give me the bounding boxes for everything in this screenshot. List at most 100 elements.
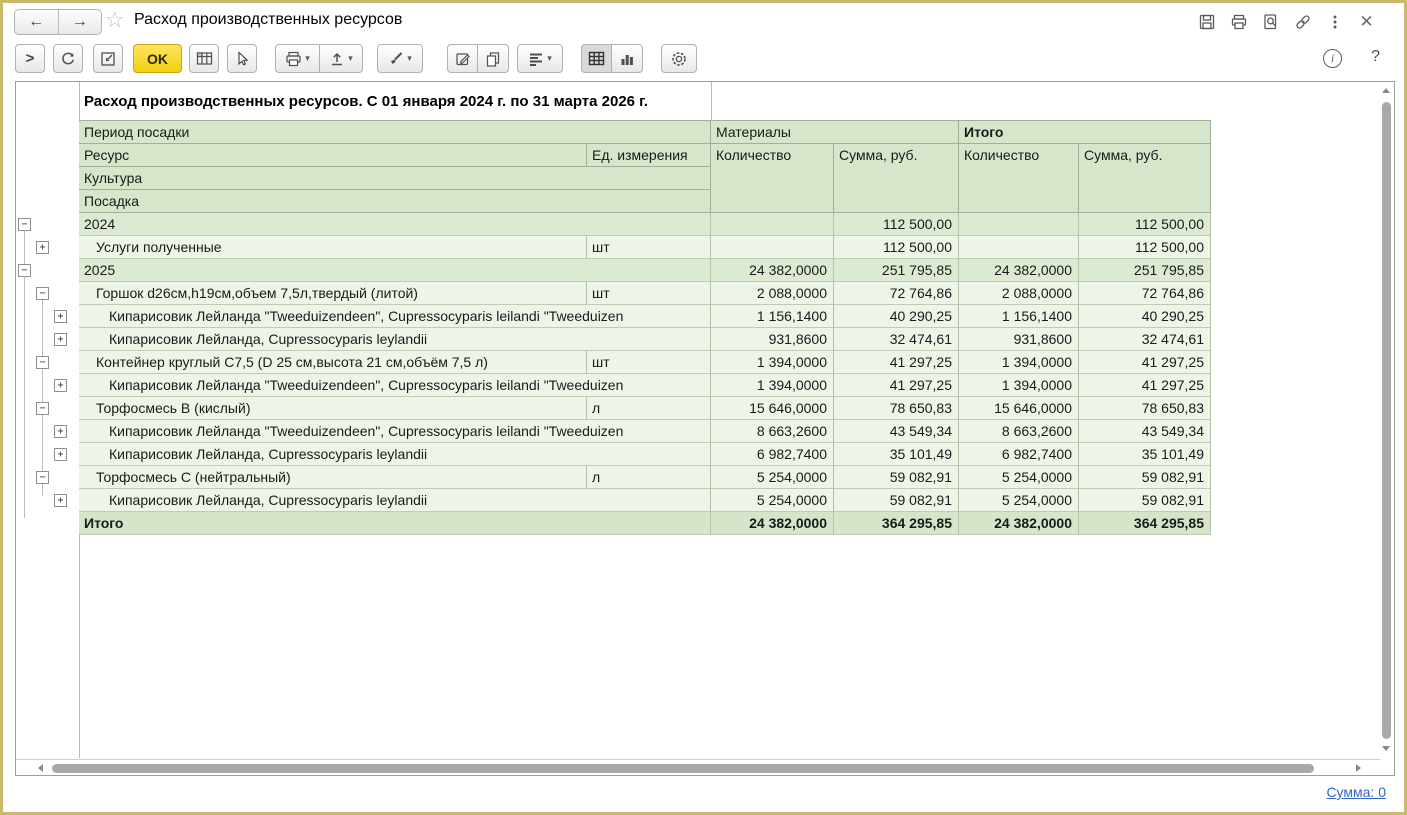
horizontal-scroll-thumb[interactable] [52, 764, 1314, 773]
scroll-left-arrow[interactable] [38, 764, 43, 772]
expand-expander[interactable]: + [54, 333, 67, 346]
total-sum-cell[interactable]: 35 101,49 [1079, 443, 1211, 466]
close-icon[interactable]: ✕ [1357, 12, 1376, 31]
row-label-cell[interactable]: 2024 [79, 213, 711, 236]
total-qty-cell[interactable]: 1 156,1400 [959, 305, 1079, 328]
expand-expander[interactable]: + [54, 379, 67, 392]
materials-sum-cell[interactable]: 59 082,91 [834, 489, 959, 512]
more-icon[interactable] [1325, 12, 1344, 31]
total-qty-cell[interactable]: 15 646,0000 [959, 397, 1079, 420]
collapse-expander[interactable]: − [36, 402, 49, 415]
materials-sum-cell[interactable]: 78 650,83 [834, 397, 959, 420]
print-icon[interactable] [1229, 12, 1248, 31]
total-sum-cell[interactable]: 59 082,91 [1079, 489, 1211, 512]
materials-qty-cell[interactable]: 1 394,0000 [711, 351, 834, 374]
row-label-cell[interactable]: Кипарисовик Лейланда "Tweeduizendeen", C… [79, 374, 711, 397]
expand-expander[interactable]: + [36, 241, 49, 254]
materials-sum-cell[interactable]: 35 101,49 [834, 443, 959, 466]
chart-view-button[interactable] [612, 44, 643, 73]
header-unit[interactable]: Ед. измерения [587, 144, 711, 167]
row-label-cell[interactable]: Кипарисовик Лейланда, Cupressocyparis le… [79, 443, 711, 466]
row-unit-cell[interactable]: л [587, 466, 711, 489]
total-qty-cell[interactable]: 931,8600 [959, 328, 1079, 351]
row-label-cell[interactable]: Торфосмесь C (нейтральный) [79, 466, 587, 489]
info-icon[interactable]: i [1323, 49, 1342, 68]
row-unit-cell[interactable]: шт [587, 236, 711, 259]
materials-qty-cell[interactable]: 1 156,1400 [711, 305, 834, 328]
materials-sum-cell[interactable]: 112 500,00 [834, 236, 959, 259]
materials-qty-cell[interactable]: 2 088,0000 [711, 282, 834, 305]
materials-sum-cell[interactable]: 43 549,34 [834, 420, 959, 443]
materials-qty-cell[interactable] [711, 213, 834, 236]
collapse-expander[interactable]: − [18, 218, 31, 231]
link-icon[interactable] [1293, 12, 1312, 31]
materials-qty-cell[interactable]: 5 254,0000 [711, 466, 834, 489]
row-label-cell[interactable]: Контейнер круглый C7,5 (D 25 см,высота 2… [79, 351, 587, 374]
format-brush-button[interactable]: ▾ [377, 44, 423, 73]
pointer-button[interactable] [227, 44, 257, 73]
total-qty-cell[interactable]: 5 254,0000 [959, 466, 1079, 489]
expand-expander[interactable]: + [54, 494, 67, 507]
materials-sum-cell[interactable]: 32 474,61 [834, 328, 959, 351]
materials-qty-cell[interactable]: 5 254,0000 [711, 489, 834, 512]
collapse-expander[interactable]: − [36, 471, 49, 484]
collapse-expander[interactable]: − [36, 287, 49, 300]
materials-sum-cell[interactable]: 41 297,25 [834, 351, 959, 374]
materials-sum-cell[interactable]: 41 297,25 [834, 374, 959, 397]
header-period[interactable]: Период посадки [79, 121, 711, 144]
row-label-cell[interactable]: Услуги полученные [79, 236, 587, 259]
total-sum-cell[interactable]: 364 295,85 [1079, 512, 1211, 535]
materials-sum-cell[interactable]: 40 290,25 [834, 305, 959, 328]
expand-expander[interactable]: + [54, 425, 67, 438]
total-sum-cell[interactable]: 112 500,00 [1079, 236, 1211, 259]
expand-expander[interactable]: + [54, 448, 67, 461]
total-qty-cell[interactable] [959, 236, 1079, 259]
row-label-cell[interactable]: Кипарисовик Лейланда, Cupressocyparis le… [79, 489, 711, 512]
vertical-scrollbar[interactable] [1379, 82, 1394, 758]
total-sum-cell[interactable]: 41 297,25 [1079, 374, 1211, 397]
materials-qty-cell[interactable]: 24 382,0000 [711, 259, 834, 282]
header-total-qty[interactable]: Количество [959, 144, 1079, 213]
total-sum-cell[interactable]: 59 082,91 [1079, 466, 1211, 489]
back-button[interactable]: ← [15, 10, 59, 34]
autofit-button[interactable] [93, 44, 123, 73]
header-planting[interactable]: Посадка [79, 190, 711, 213]
total-qty-cell[interactable]: 1 394,0000 [959, 351, 1079, 374]
materials-sum-cell[interactable]: 364 295,85 [834, 512, 959, 535]
sum-link[interactable]: Сумма: 0 [1326, 784, 1386, 800]
preview-icon[interactable] [1261, 12, 1280, 31]
materials-qty-cell[interactable]: 15 646,0000 [711, 397, 834, 420]
header-resource[interactable]: Ресурс [79, 144, 587, 167]
export-button[interactable]: ▾ [320, 44, 363, 73]
report-title[interactable]: Расход производственных ресурсов. С 01 я… [79, 82, 1211, 121]
header-materials-qty[interactable]: Количество [711, 144, 834, 213]
total-sum-cell[interactable]: 72 764,86 [1079, 282, 1211, 305]
total-sum-cell[interactable]: 43 549,34 [1079, 420, 1211, 443]
row-unit-cell[interactable]: шт [587, 282, 711, 305]
refresh-button[interactable] [53, 44, 83, 73]
row-label-cell[interactable]: Горшок d26см,h19см,объем 7,5л,твердый (л… [79, 282, 587, 305]
materials-sum-cell[interactable]: 59 082,91 [834, 466, 959, 489]
total-sum-cell[interactable]: 32 474,61 [1079, 328, 1211, 351]
collapse-expander[interactable]: − [18, 264, 31, 277]
row-label-cell[interactable]: Кипарисовик Лейланда "Tweeduizendeen", C… [79, 420, 711, 443]
table-view-button[interactable] [581, 44, 612, 73]
row-unit-cell[interactable]: л [587, 397, 711, 420]
ok-button[interactable]: OK [133, 44, 182, 73]
row-label-cell[interactable]: Кипарисовик Лейланда, Cupressocyparis le… [79, 328, 711, 351]
scroll-right-arrow[interactable] [1356, 764, 1361, 772]
total-sum-cell[interactable]: 78 650,83 [1079, 397, 1211, 420]
total-qty-cell[interactable]: 24 382,0000 [959, 259, 1079, 282]
total-sum-cell[interactable]: 40 290,25 [1079, 305, 1211, 328]
header-materials[interactable]: Материалы [711, 121, 959, 144]
materials-sum-cell[interactable]: 72 764,86 [834, 282, 959, 305]
materials-sum-cell[interactable]: 112 500,00 [834, 213, 959, 236]
row-label-cell[interactable]: Итого [79, 512, 711, 535]
settings-button[interactable] [661, 44, 697, 73]
materials-qty-cell[interactable]: 8 663,2600 [711, 420, 834, 443]
favorite-star-icon[interactable]: ☆ [105, 7, 125, 33]
total-sum-cell[interactable]: 112 500,00 [1079, 213, 1211, 236]
total-qty-cell[interactable]: 8 663,2600 [959, 420, 1079, 443]
row-label-cell[interactable]: Торфосмесь B (кислый) [79, 397, 587, 420]
total-qty-cell[interactable]: 1 394,0000 [959, 374, 1079, 397]
